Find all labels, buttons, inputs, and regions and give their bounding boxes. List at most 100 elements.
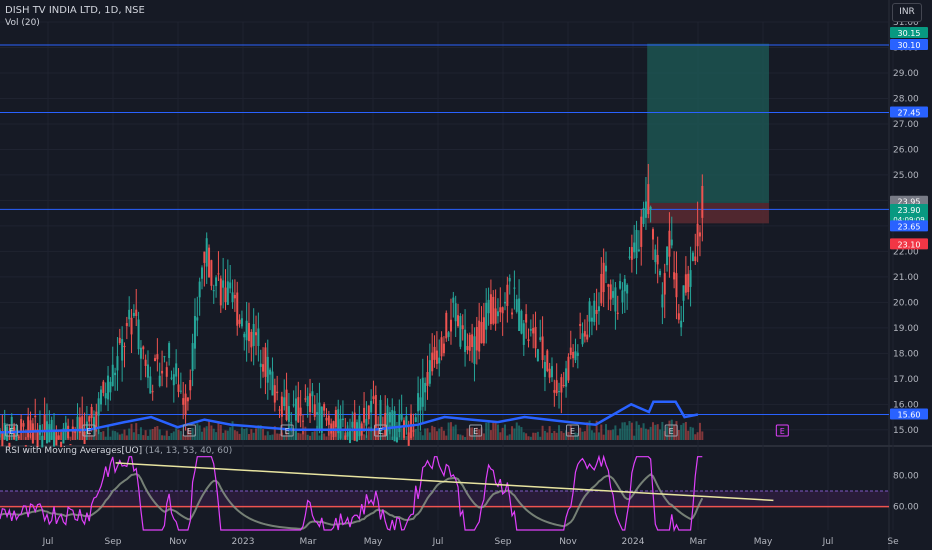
volume-bar: [602, 434, 605, 440]
volume-bar: [128, 428, 131, 440]
volume-bar: [445, 435, 448, 440]
volume-bar: [449, 422, 452, 440]
volume-bar: [219, 424, 222, 440]
volume-bar: [426, 428, 429, 440]
candle-body: [302, 420, 305, 422]
volume-bar: [452, 426, 455, 440]
volume-bar: [504, 424, 507, 440]
candle-body: [45, 421, 48, 444]
price-label-text: 23.65: [898, 222, 921, 231]
volume-bar: [205, 426, 208, 440]
price-label-text: 23.10: [898, 240, 921, 249]
candle-body: [496, 311, 499, 317]
earnings-marker-label: E: [285, 427, 290, 436]
candle-body: [290, 422, 293, 424]
volume-bar: [43, 431, 46, 440]
candle-body: [182, 398, 185, 405]
candle-body: [95, 411, 98, 428]
candle-body: [168, 343, 171, 358]
volume-bar: [405, 435, 408, 440]
volume-bar: [332, 433, 335, 440]
volume-bar: [247, 434, 250, 440]
candle-body: [553, 390, 556, 393]
volume-legend: Vol (20): [5, 18, 40, 28]
volume-bar: [701, 431, 704, 440]
candle-body: [532, 328, 535, 334]
volume-bar: [417, 425, 420, 440]
volume-bar: [208, 421, 211, 440]
stop-zone: [647, 202, 769, 224]
volume-bar: [644, 428, 647, 440]
volume-bar: [511, 426, 514, 440]
candle-body: [475, 326, 478, 351]
volume-bar: [506, 435, 509, 440]
volume-bar: [461, 435, 464, 440]
candle-body: [449, 319, 452, 332]
candle-body: [659, 270, 662, 276]
candle-body: [351, 421, 354, 428]
candle-body: [494, 308, 497, 324]
candle-body: [562, 385, 565, 387]
volume-bar: [496, 424, 499, 440]
time-tick-label: Sep: [105, 537, 122, 547]
volume-bar: [525, 433, 528, 440]
price-label-text: 27.45: [898, 108, 921, 117]
candle-body: [240, 318, 243, 327]
candle-body: [135, 309, 138, 316]
volume-bar: [414, 428, 417, 440]
volume-bar: [630, 422, 633, 440]
volume-bar: [513, 428, 516, 440]
time-tick-label: 2024: [622, 537, 645, 547]
time-tick-label: Mar: [300, 537, 317, 547]
volume-bar: [337, 426, 340, 440]
volume-bar: [264, 435, 267, 440]
volume-bar: [36, 434, 39, 440]
volume-bar: [161, 435, 164, 440]
volume-bar: [348, 435, 351, 440]
candle-body: [428, 360, 431, 384]
price-tick-label: 17.00: [893, 375, 919, 385]
candle-body: [370, 400, 373, 413]
candle-body: [205, 238, 208, 267]
time-tick-label: Mar: [690, 537, 707, 547]
volume-bar: [53, 435, 56, 440]
currency-button[interactable]: INR: [892, 3, 922, 22]
price-label-text: 23.90: [898, 206, 921, 215]
volume-bar: [597, 432, 600, 440]
volume-bar: [478, 429, 481, 440]
volume-bar: [142, 435, 145, 440]
candle-body: [107, 375, 110, 400]
candle-body: [616, 312, 619, 314]
candle-body: [212, 290, 215, 292]
volume-bar: [344, 432, 347, 440]
candle-body: [654, 249, 657, 263]
price-tick-label: 28.00: [893, 94, 919, 104]
candle-body: [426, 372, 429, 386]
candle-body: [172, 374, 175, 386]
candle-body: [367, 405, 370, 420]
candle-body: [163, 356, 166, 358]
volume-bar: [440, 426, 443, 440]
volume-bar: [548, 426, 551, 440]
target-zone: [647, 43, 769, 203]
time-tick-label: Nov: [169, 537, 187, 547]
volume-bar: [605, 424, 608, 440]
candle-body: [546, 350, 549, 371]
candle-body: [445, 312, 448, 339]
volume-bar: [438, 428, 441, 440]
volume-bar: [689, 426, 692, 440]
candle-body: [511, 312, 514, 315]
candle-body: [541, 336, 544, 361]
candle-body: [572, 351, 575, 359]
earnings-marker-label: E: [86, 427, 91, 436]
candle-body: [515, 299, 518, 312]
price-chart[interactable]: Jul Sep Nov 2023 Mar May Jul Sep Nov 2024 Mar May Ju…: [0, 0, 932, 550]
volume-bar: [642, 423, 645, 440]
candle-body: [414, 417, 417, 423]
volume-bar: [539, 436, 542, 440]
candle-body: [323, 404, 326, 411]
candle-body: [111, 364, 114, 387]
candle-body: [365, 418, 368, 426]
volume-bar: [407, 426, 410, 440]
candle-body: [647, 184, 650, 215]
